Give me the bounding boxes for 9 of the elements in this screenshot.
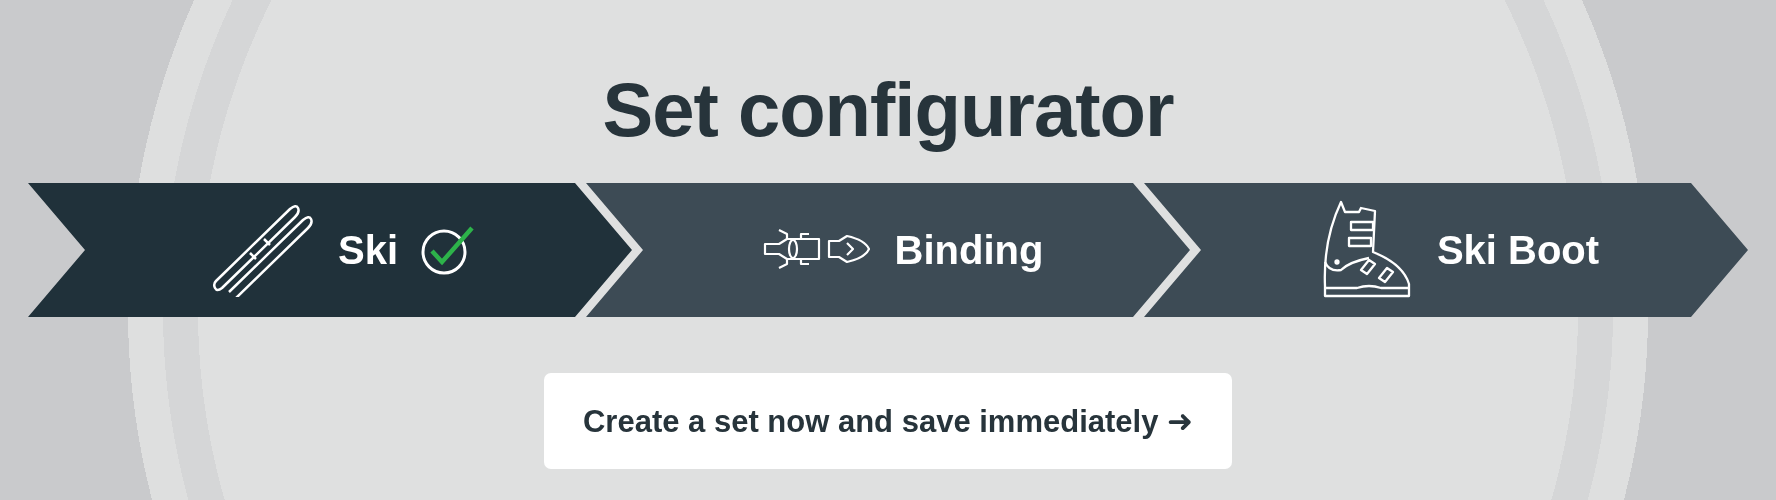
create-set-button[interactable]: Create a set now and save immediately ➜ (544, 373, 1232, 469)
step-label: Ski (337, 227, 398, 273)
skis-icon (211, 203, 316, 297)
step-label: Ski Boot (1436, 227, 1600, 273)
page-title: Set configurator (602, 66, 1174, 154)
step-tab[interactable]: Ski Boot (1144, 183, 1748, 317)
step-tab[interactable]: Ski (28, 183, 632, 317)
step-tab[interactable]: Binding (586, 183, 1190, 317)
step-label: Binding (894, 227, 1044, 273)
